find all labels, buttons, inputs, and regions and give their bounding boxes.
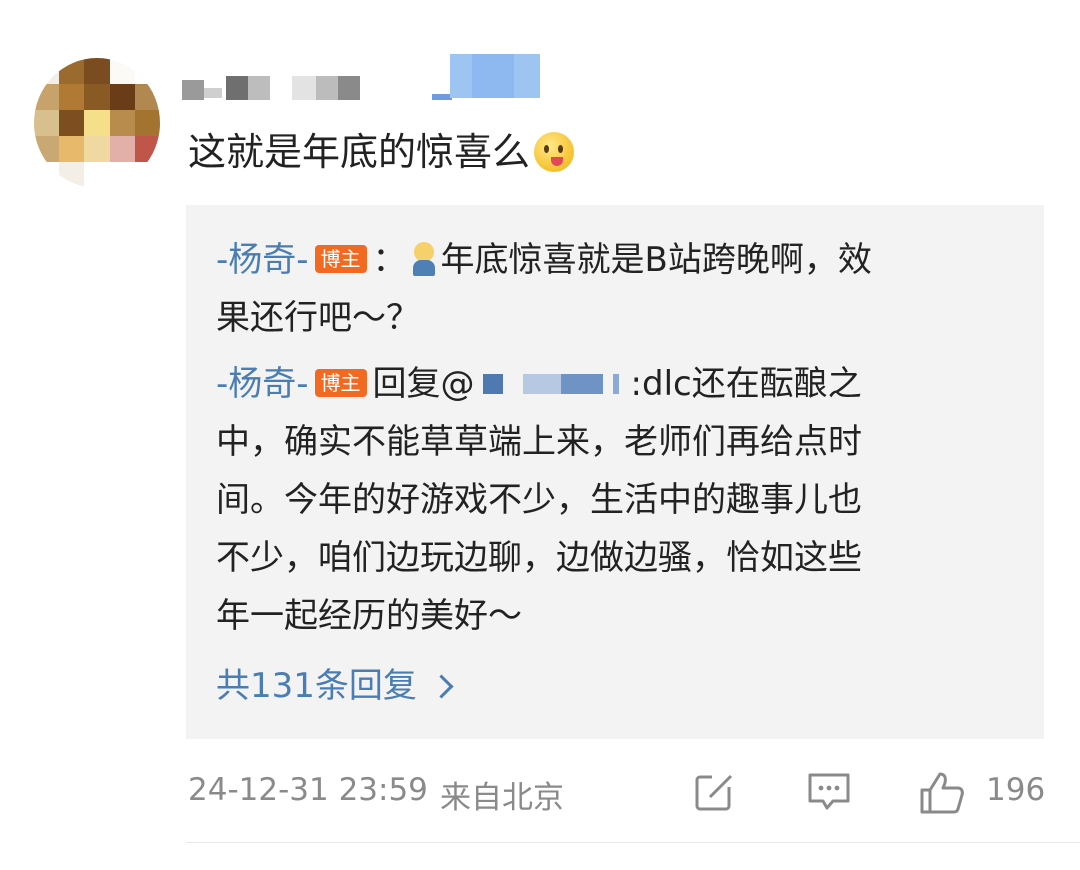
more-replies-label: 共131条回复 xyxy=(216,666,417,706)
comment-body: 这就是年底的惊喜么 xyxy=(188,130,531,174)
reply-text-first: :dlc还在酝酿之 xyxy=(630,364,862,404)
like-icon[interactable] xyxy=(918,770,966,824)
divider xyxy=(186,842,1080,843)
timestamp: 24-12-31 23:59 xyxy=(188,772,428,808)
view-all-replies-link[interactable]: 共131条回复 xyxy=(216,661,454,711)
reply-text-line: 间。今年的好游戏不少，生活中的趣事儿也 xyxy=(216,480,862,520)
reply-text-line-1: 年底惊喜就是B站跨晚啊，效 xyxy=(440,240,872,280)
reply-text-line: 不少，咱们边玩边聊，边做边骚，恰如这些 xyxy=(216,538,862,578)
reply-2: -杨奇- 博主 回复@ :dlc还在酝酿之 中，确实不能草草端上来，老师们再给点时 间… xyxy=(216,355,976,645)
reply-text-line-2: 果还行吧～？ xyxy=(216,298,420,338)
tongue-out-face-emoji-icon xyxy=(534,132,575,172)
comment-text: 这就是年底的惊喜么 xyxy=(188,128,575,176)
reply-separator: ： xyxy=(372,240,407,280)
reply-preview-box[interactable]: -杨奇- 博主：年底惊喜就是B站跨晚啊，效 果还行吧～？ -杨奇- 博主 回复@:dl… xyxy=(186,205,1044,739)
reply-text-line: 年一起经历的美好～ xyxy=(216,596,522,636)
like-count: 196 xyxy=(986,772,1046,808)
reply-text-line: 中，确实不能草草端上来，老师们再给点时 xyxy=(216,422,862,462)
username-obscured[interactable] xyxy=(182,54,542,102)
mention-obscured[interactable] xyxy=(475,368,631,398)
blogger-badge: 博主 xyxy=(314,368,367,397)
reply-author[interactable]: -杨奇- xyxy=(216,364,309,404)
blogger-badge: 博主 xyxy=(314,244,367,273)
reply-prefix: 回复@ xyxy=(372,364,475,404)
avatar[interactable] xyxy=(34,58,160,188)
reply-1: -杨奇- 博主： 年底惊喜就是B站跨晚啊，效 果还行吧～？ xyxy=(216,231,976,347)
comment-icon[interactable] xyxy=(806,770,852,822)
person-sitting-emoji-icon xyxy=(411,241,437,276)
reply-author[interactable]: -杨奇- xyxy=(216,240,309,280)
chevron-right-icon xyxy=(429,673,454,699)
comment-footer: 24-12-31 23:59 来自北京 196 xyxy=(188,768,1048,818)
location: 来自北京 xyxy=(440,780,564,816)
repost-icon[interactable] xyxy=(692,770,736,822)
